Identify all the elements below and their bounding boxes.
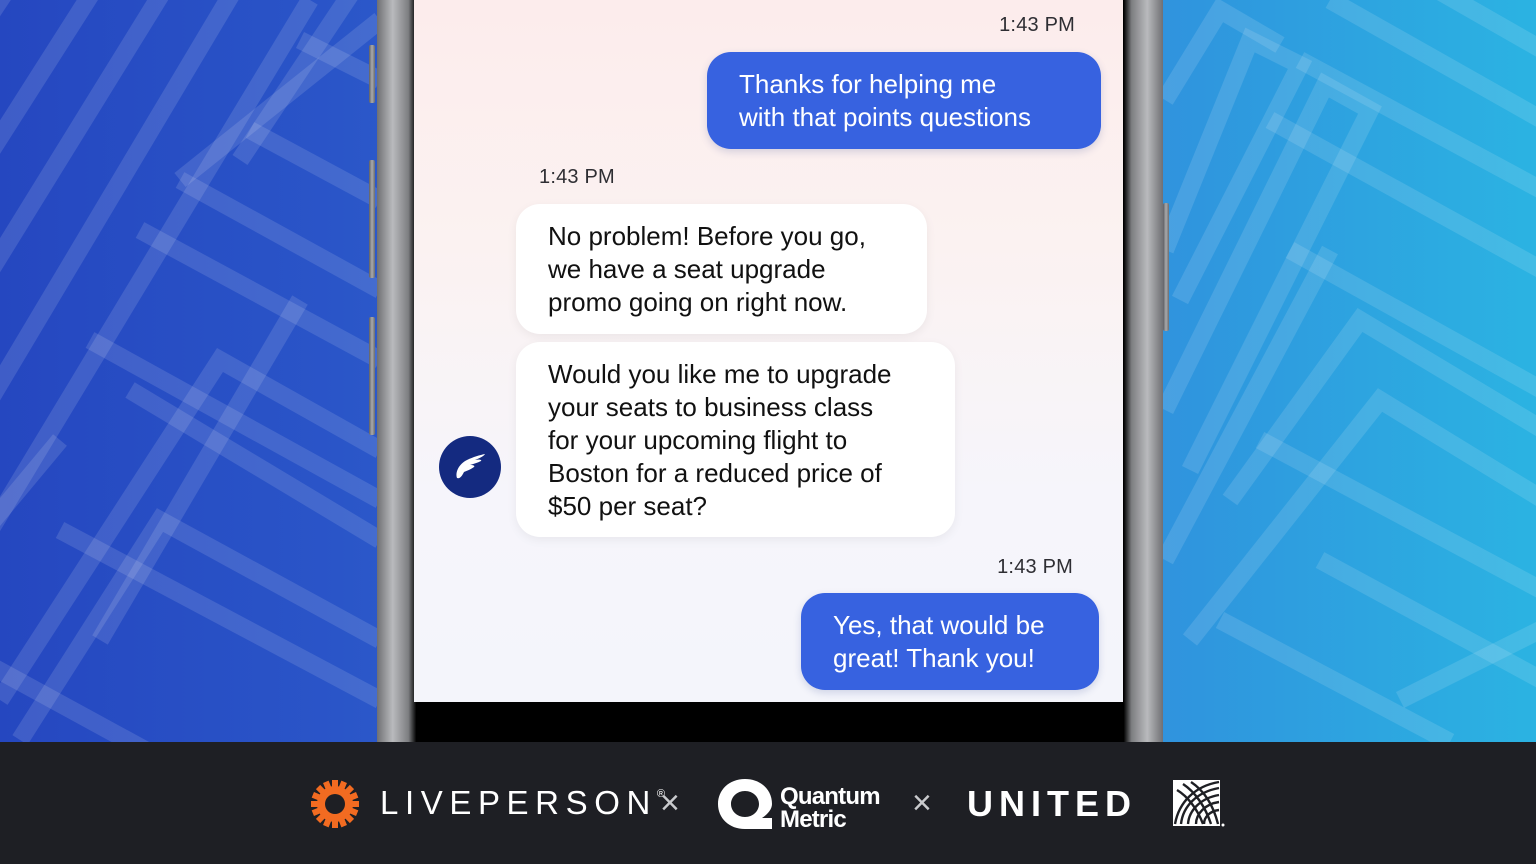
message-text-line: your seats to business class: [548, 392, 874, 422]
phone-volume-up-button: [369, 160, 375, 278]
separator-x: ×: [660, 784, 680, 822]
united-wordmark: UNITED: [967, 783, 1137, 824]
chat-screen: 1:43 PM Thanks for helping me with that …: [414, 0, 1123, 702]
message-text-line: we have a seat upgrade: [548, 254, 826, 284]
agent-message-bubble: Would you like me to upgrade your seats …: [516, 342, 955, 537]
phone-mockup: 1:43 PM Thanks for helping me with that …: [369, 0, 1169, 742]
message-text-line: Thanks for helping me: [739, 69, 997, 99]
message-text-line: for your upcoming flight to: [548, 425, 848, 455]
message-timestamp: 1:43 PM: [539, 166, 615, 188]
liveperson-logo-text: LIVEPERSON®: [380, 784, 665, 822]
quantum-metric-q-icon: [718, 779, 772, 829]
agent-message-bubble: No problem! Before you go, we have a sea…: [516, 204, 927, 334]
message-text-line: great! Thank you!: [833, 643, 1035, 673]
globe-icon: [1173, 780, 1225, 827]
hero-background: 1:43 PM Thanks for helping me with that …: [0, 0, 1536, 742]
message-timestamp: 1:43 PM: [997, 556, 1073, 578]
quantum-metric-wordmark-line: Metric: [780, 806, 847, 833]
message-text-line: No problem! Before you go,: [548, 221, 866, 251]
message-text-line: with that points questions: [739, 102, 1031, 132]
agent-avatar: [439, 436, 501, 498]
message-text-line: Would you like me to upgrade: [548, 359, 892, 389]
quantum-metric-logo-text: Quantum Metric: [780, 783, 881, 833]
message-text-line: Yes, that would be: [833, 610, 1045, 640]
message-text-line: $50 per seat?: [548, 491, 708, 521]
user-message-bubble: Yes, that would be great! Thank you!: [801, 593, 1099, 690]
wing-icon: [456, 454, 485, 479]
message-text-line: Boston for a reduced price of: [548, 458, 882, 488]
liveperson-wordmark: LIVEPERSON: [380, 784, 657, 821]
phone-power-button: [1163, 203, 1169, 331]
phone-mute-switch: [369, 45, 375, 103]
message-timestamp: 1:43 PM: [999, 14, 1075, 36]
separator-x: ×: [912, 784, 932, 822]
gear-icon: [310, 779, 360, 829]
user-message-bubble: Thanks for helping me with that points q…: [707, 52, 1101, 149]
quantum-metric-wordmark-line: Quantum: [780, 783, 881, 810]
phone-volume-down-button: [369, 317, 375, 435]
message-text-line: promo going on right now.: [548, 287, 848, 317]
